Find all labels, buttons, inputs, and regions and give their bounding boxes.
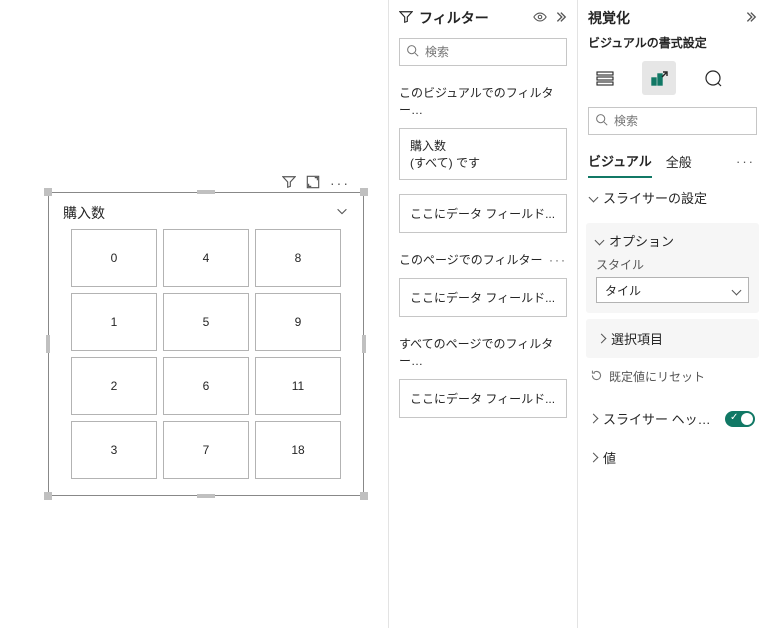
- expand-icon[interactable]: [553, 10, 567, 27]
- slicer-tile[interactable]: 6: [163, 357, 249, 415]
- tabs-more-icon[interactable]: ···: [736, 154, 757, 169]
- slicer-tile[interactable]: 8: [255, 229, 341, 287]
- viz-panel-header: 視覚化: [578, 0, 767, 34]
- mode-icon-row: [578, 57, 767, 103]
- resize-handle[interactable]: [44, 492, 52, 500]
- filters-panel: フィルター このビジュアルでのフィルター… 購入数 (すべて) です ここにデー…: [388, 0, 577, 628]
- style-select-value: タイル: [605, 282, 641, 299]
- tab-visual[interactable]: ビジュアル: [588, 145, 652, 178]
- options-heading-row[interactable]: オプション: [596, 231, 749, 250]
- filter-condition: (すべて) です: [410, 154, 556, 171]
- chevron-right-icon: [589, 453, 599, 463]
- filters-on-visual-heading: このビジュアルでのフィルター…: [389, 76, 577, 124]
- style-field-label: スタイル: [596, 256, 749, 273]
- resize-handle[interactable]: [46, 335, 50, 353]
- search-icon: [595, 113, 608, 129]
- selection-row[interactable]: 選択項目: [586, 319, 759, 358]
- chevron-down-icon: [595, 236, 605, 246]
- resize-handle[interactable]: [360, 492, 368, 500]
- slicer-tile[interactable]: 7: [163, 421, 249, 479]
- page-filter-dropzone[interactable]: ここにデータ フィールド...: [399, 278, 567, 317]
- more-icon[interactable]: ···: [549, 253, 567, 267]
- resize-handle[interactable]: [44, 188, 52, 196]
- slicer-tile-grid: 048 159 2611 3718: [49, 229, 363, 491]
- format-search-input[interactable]: [614, 114, 767, 128]
- expand-icon[interactable]: [743, 10, 757, 27]
- resize-handle[interactable]: [362, 335, 366, 353]
- filter-icon: [399, 10, 413, 27]
- reset-icon: [590, 369, 603, 385]
- chevron-right-icon: [597, 334, 607, 344]
- slicer-tile[interactable]: 5: [163, 293, 249, 351]
- filters-on-all-heading: すべてのページでのフィルター…: [389, 327, 577, 375]
- slicer-tile[interactable]: 18: [255, 421, 341, 479]
- visual-filter-dropzone[interactable]: ここにデータ フィールド...: [399, 194, 567, 233]
- style-select[interactable]: タイル: [596, 277, 749, 303]
- filters-search[interactable]: [399, 38, 567, 66]
- slicer-tile[interactable]: 11: [255, 357, 341, 415]
- chevron-down-icon[interactable]: [335, 204, 349, 223]
- visualizations-panel: 視覚化 ビジュアルの書式設定 ビジュアル 全般 ··· スライサーの設定: [577, 0, 767, 628]
- all-pages-filter-dropzone[interactable]: ここにデータ フィールド...: [399, 379, 567, 418]
- slicer-settings-row[interactable]: スライサーの設定: [578, 178, 767, 217]
- report-canvas[interactable]: ··· 購入数 04815926113718: [0, 0, 388, 628]
- slicer-header-row[interactable]: スライサー ヘッ… ✓: [578, 399, 767, 438]
- slicer-header-toggle[interactable]: ✓: [725, 411, 755, 427]
- build-visual-icon[interactable]: [588, 61, 622, 95]
- format-tabs: ビジュアル 全般 ···: [578, 145, 767, 178]
- filters-panel-title: フィルター: [419, 8, 527, 28]
- format-search[interactable]: [588, 107, 757, 135]
- values-row[interactable]: 値: [578, 438, 767, 477]
- viz-subheading: ビジュアルの書式設定: [578, 34, 767, 57]
- filters-panel-header: フィルター: [389, 0, 577, 34]
- reset-to-default[interactable]: 既定値にリセット: [578, 358, 767, 395]
- options-group: オプション スタイル タイル: [586, 223, 759, 313]
- search-icon: [406, 44, 419, 60]
- filter-field-name: 購入数: [410, 137, 556, 154]
- slicer-header: 購入数: [49, 193, 363, 229]
- resize-handle[interactable]: [197, 190, 215, 194]
- slicer-tile[interactable]: 2: [71, 357, 157, 415]
- analytics-icon[interactable]: [696, 61, 730, 95]
- viz-panel-title: 視覚化: [588, 8, 737, 28]
- format-visual-icon[interactable]: [642, 61, 676, 95]
- slicer-tile[interactable]: 9: [255, 293, 341, 351]
- slicer-tile[interactable]: 3: [71, 421, 157, 479]
- filters-search-input[interactable]: [425, 45, 580, 59]
- slicer-tile[interactable]: 1: [71, 293, 157, 351]
- eye-icon[interactable]: [533, 10, 547, 27]
- slicer-tile[interactable]: 4: [163, 229, 249, 287]
- slicer-tile[interactable]: 0: [71, 229, 157, 287]
- resize-handle[interactable]: [197, 494, 215, 498]
- chevron-down-icon: [732, 285, 742, 295]
- filters-on-page-heading: このページでのフィルター ···: [389, 243, 577, 274]
- chevron-down-icon: [589, 193, 599, 203]
- slicer-visual[interactable]: 購入数 048 159 2611 3718: [48, 192, 364, 496]
- visual-filter-card[interactable]: 購入数 (すべて) です: [399, 128, 567, 180]
- slicer-title: 購入数: [63, 203, 105, 223]
- tab-general[interactable]: 全般: [666, 146, 692, 177]
- resize-handle[interactable]: [360, 188, 368, 196]
- chevron-right-icon: [589, 414, 599, 424]
